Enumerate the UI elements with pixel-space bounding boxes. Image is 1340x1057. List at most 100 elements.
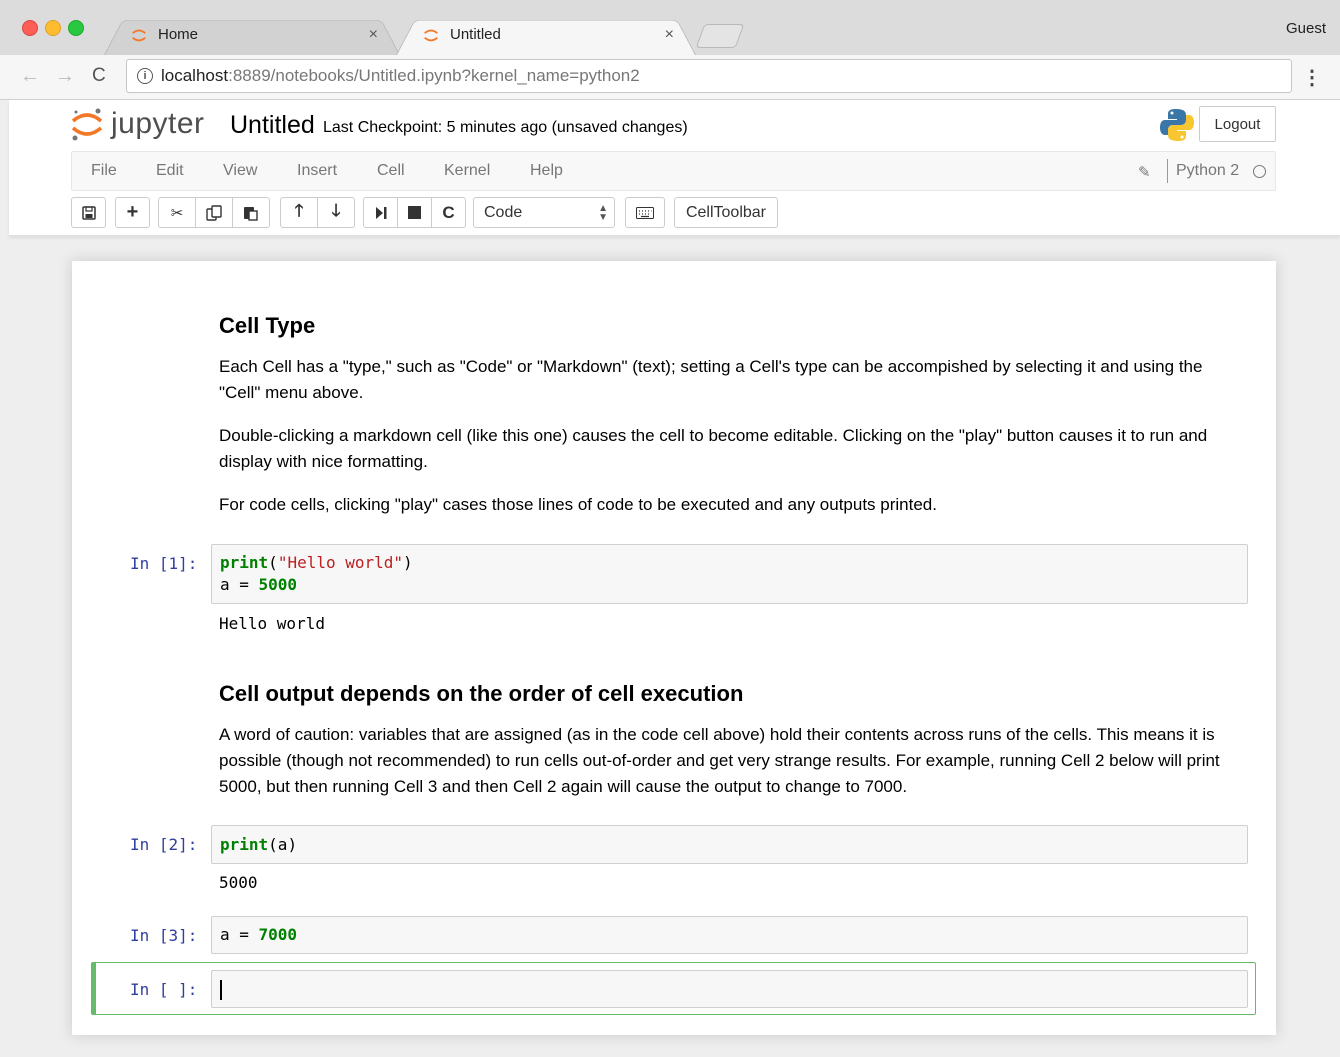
code-string: "Hello world" (277, 553, 404, 572)
code-input[interactable]: a = 7000 (211, 916, 1248, 954)
cell-type-select[interactable]: Code ▲ ▼ (473, 197, 615, 228)
code-keyword: print (220, 553, 269, 572)
browser-tab-bar: Home × Untitled × Guest (0, 0, 1340, 56)
text-cursor (220, 979, 222, 1000)
stop-icon (408, 206, 421, 219)
window-zoom-button[interactable] (68, 20, 84, 36)
checkpoint-status: Last Checkpoint: 5 minutes ago (unsaved … (323, 119, 688, 136)
menu-view[interactable]: View (223, 162, 257, 180)
markdown-paragraph: Double-clicking a markdown cell (like th… (219, 426, 1208, 471)
notebook-menubar: File Edit View Insert Cell Kernel Help ✎… (71, 151, 1276, 191)
browser-tab-home[interactable]: Home × (104, 14, 400, 55)
step-forward-icon (375, 206, 386, 219)
profile-name[interactable]: Guest (1286, 20, 1326, 37)
notebook-container: Cell Type Each Cell has a "type," such a… (72, 261, 1276, 1035)
restart-icon: C (442, 202, 455, 222)
markdown-paragraph: For code cells, clicking "play" cases th… (219, 495, 937, 514)
code-input[interactable]: print(a) (211, 825, 1248, 864)
tab-label: Untitled (450, 26, 501, 43)
copy-button[interactable] (195, 197, 233, 228)
markdown-paragraph: A word of caution: variables that are as… (219, 725, 1220, 796)
code-keyword: print (220, 835, 269, 854)
plus-icon: + (126, 201, 139, 223)
cell-output: 5000 (219, 873, 258, 892)
command-palette-button[interactable] (625, 197, 665, 228)
markdown-heading: Cell Type (219, 313, 316, 338)
forward-arrow-icon[interactable]: → (55, 65, 75, 88)
markdown-cell[interactable]: Cell output depends on the order of cell… (219, 681, 1244, 800)
menu-help[interactable]: Help (530, 162, 563, 180)
keyboard-icon (636, 206, 654, 219)
markdown-paragraph: Each Cell has a "type," such as "Code" o… (219, 357, 1203, 402)
select-arrows-icon: ▲ ▼ (598, 203, 608, 223)
url-host: localhost (161, 66, 229, 85)
window-close-button[interactable] (22, 20, 38, 36)
python-logo-icon (1160, 109, 1194, 141)
code-input[interactable]: print("Hello world") a = 5000 (211, 544, 1248, 604)
info-icon[interactable]: i (137, 68, 153, 84)
browser-nav-bar: ← → C i localhost:8889/notebooks/Untitle… (0, 55, 1340, 100)
save-button[interactable] (71, 197, 106, 228)
jupyter-favicon-icon (424, 29, 438, 41)
code-line: print("Hello world") (220, 552, 1239, 574)
move-down-button[interactable]: 🡓 (317, 197, 355, 228)
insert-cell-button[interactable]: + (115, 197, 150, 228)
arrow-down-icon: 🡓 (331, 201, 341, 220)
code-line: a = 5000 (220, 574, 1239, 596)
browser-tab-untitled[interactable]: Untitled × (396, 14, 696, 55)
kernel-name: Python 2 (1176, 162, 1240, 179)
notebook-toolbar: + ✂ 🡑 🡓 C Code ▲ ▼ CellToolbar (71, 197, 1276, 229)
tab-close-icon[interactable]: × (665, 26, 674, 44)
menu-edit[interactable]: Edit (156, 162, 184, 180)
logout-button[interactable]: Logout (1199, 106, 1276, 142)
cut-button[interactable]: ✂ (158, 197, 196, 228)
markdown-cell[interactable]: Cell Type Each Cell has a "type," such a… (219, 313, 1219, 518)
run-button[interactable] (363, 197, 398, 228)
code-text: a = (220, 575, 259, 594)
tab-label: Home (158, 26, 199, 43)
input-prompt: In [2]: (130, 835, 198, 854)
edit-mode-pencil-icon: ✎ (1138, 164, 1151, 181)
markdown-heading: Cell output depends on the order of cell… (219, 681, 744, 706)
tab-close-icon[interactable]: × (369, 26, 378, 44)
restart-button[interactable]: C (431, 197, 466, 228)
copy-icon (206, 204, 222, 221)
menu-cell[interactable]: Cell (377, 162, 405, 180)
jupyter-logo-icon (71, 108, 103, 141)
window-minimize-button[interactable] (45, 20, 61, 36)
url-path: :8889/notebooks/Untitled.ipynb?kernel_na… (228, 66, 640, 85)
celltoolbar-button[interactable]: CellToolbar (674, 197, 778, 228)
notebook-name[interactable]: Untitled (230, 111, 315, 140)
kernel-separator (1167, 159, 1168, 183)
interrupt-button[interactable] (397, 197, 432, 228)
input-prompt: In [1]: (130, 554, 198, 573)
jupyter-logo[interactable]: jupyter (71, 106, 205, 142)
menu-insert[interactable]: Insert (297, 162, 337, 180)
paste-button[interactable] (232, 197, 270, 228)
cell-type-value: Code (484, 203, 523, 221)
move-up-button[interactable]: 🡑 (280, 197, 318, 228)
jupyter-logo-text: jupyter (111, 107, 205, 140)
paste-icon (244, 206, 258, 221)
code-input-active[interactable] (211, 970, 1248, 1008)
menu-file[interactable]: File (91, 162, 117, 180)
new-tab-button[interactable] (695, 24, 745, 48)
reload-icon[interactable]: C (92, 65, 106, 87)
code-text: a = (220, 925, 259, 944)
code-punct: ) (403, 553, 413, 572)
jupyter-header: jupyter Untitled Last Checkpoint: 5 minu… (9, 100, 1340, 236)
input-prompt: In [3]: (130, 926, 198, 945)
jupyter-favicon-icon (132, 29, 146, 41)
cell-output: Hello world (219, 614, 325, 633)
scissors-icon: ✂ (170, 204, 184, 222)
code-number: 7000 (258, 925, 298, 944)
save-icon (81, 205, 96, 220)
back-arrow-icon[interactable]: ← (20, 65, 40, 88)
code-number: 5000 (258, 575, 298, 594)
arrow-up-icon: 🡑 (294, 201, 304, 220)
address-bar[interactable]: i localhost:8889/notebooks/Untitled.ipyn… (126, 59, 1292, 93)
code-punct: ( (268, 553, 278, 572)
menu-kernel[interactable]: Kernel (444, 162, 490, 180)
browser-menu-icon[interactable]: ⋮ (1302, 65, 1322, 90)
kernel-idle-indicator-icon (1253, 165, 1266, 178)
